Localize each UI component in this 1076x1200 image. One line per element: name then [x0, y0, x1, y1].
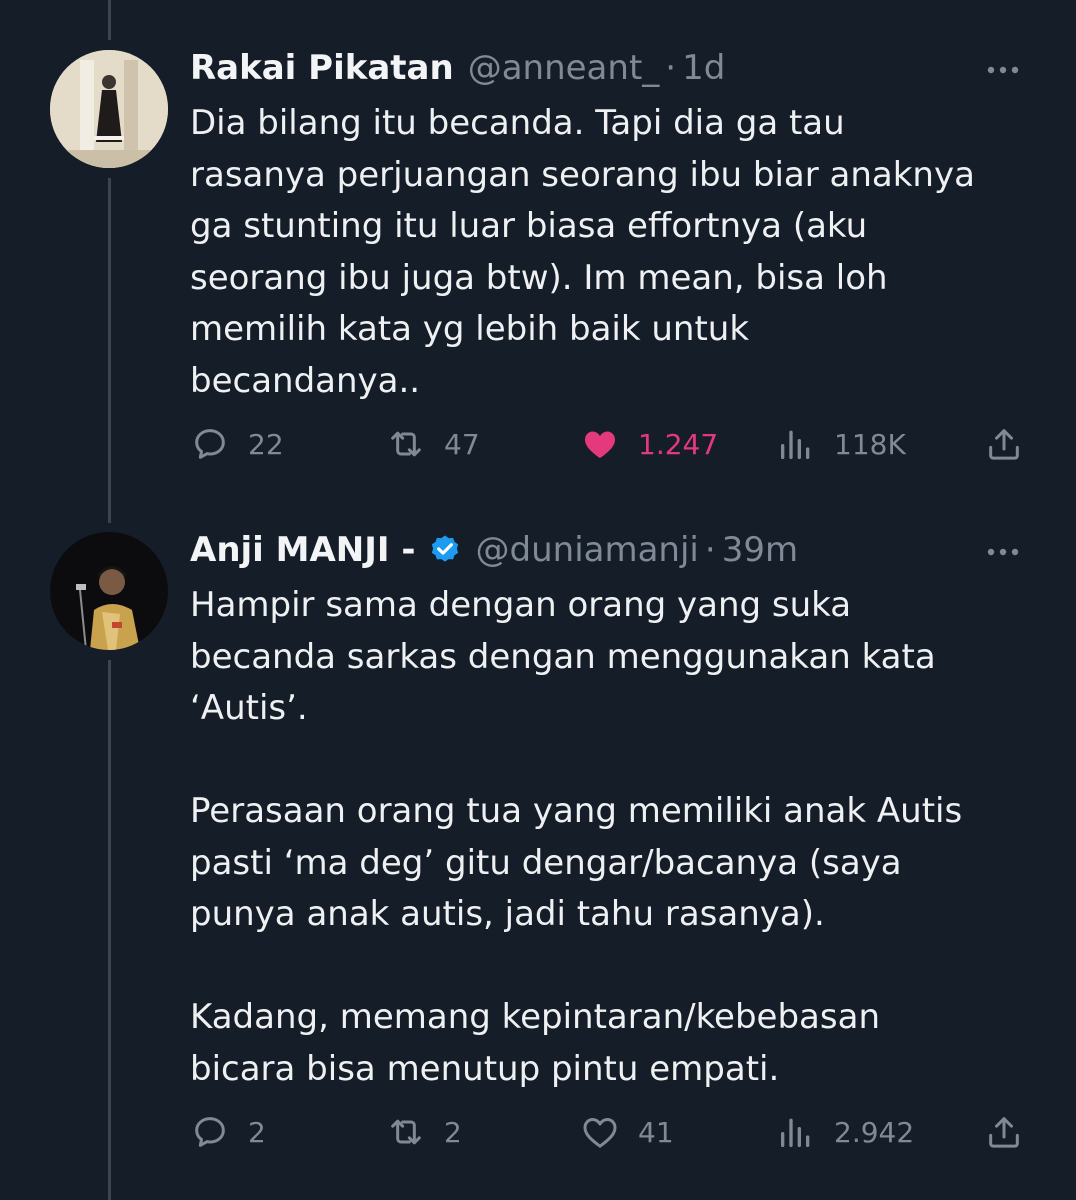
- tweet-text: Hampir sama dengan orang yang suka becan…: [190, 585, 963, 1089]
- like-icon: [583, 1118, 617, 1148]
- verified-badge-icon: [431, 535, 458, 562]
- retweet-icon: [391, 431, 421, 457]
- retweet-icon: [391, 1119, 421, 1145]
- tweet-actions: 22 47 1.247 118K: [0, 424, 1076, 468]
- views-button[interactable]: 2.942: [776, 1112, 914, 1152]
- views-button[interactable]: 118K: [776, 424, 906, 464]
- reply-count: 2: [248, 1115, 266, 1149]
- separator-dot: ·: [665, 48, 677, 88]
- author-name[interactable]: Rakai Pikatan: [190, 48, 454, 88]
- tweet-time[interactable]: 1d: [682, 48, 725, 88]
- more-icon[interactable]: [986, 542, 1020, 562]
- separator-dot: ·: [704, 530, 716, 570]
- share-icon: [989, 1117, 1019, 1148]
- views-count: 118K: [834, 427, 906, 461]
- more-icon[interactable]: [986, 60, 1020, 80]
- like-count: 41: [638, 1115, 674, 1149]
- retweet-button[interactable]: 2: [386, 1112, 462, 1152]
- retweet-count: 47: [444, 427, 480, 461]
- tweet-actions: 2 2 41 2.942: [0, 1112, 1076, 1156]
- like-button[interactable]: 1.247: [580, 424, 718, 464]
- tweet-text: Dia bilang itu becanda. Tapi dia ga tau …: [190, 103, 975, 401]
- reply-button[interactable]: 22: [190, 424, 284, 464]
- avatar-anji[interactable]: [50, 532, 168, 650]
- author-name[interactable]: Anji MANJI -: [190, 530, 416, 570]
- tweet-rakai[interactable]: Rakai Pikatan @anneant_ · 1d Dia bilang …: [0, 0, 1076, 500]
- retweet-count: 2: [444, 1115, 462, 1149]
- views-icon: [781, 1118, 810, 1147]
- retweet-button[interactable]: 47: [386, 424, 480, 464]
- views-icon: [781, 430, 810, 459]
- views-count: 2.942: [834, 1115, 915, 1149]
- reply-icon: [195, 1117, 225, 1147]
- like-count: 1.247: [638, 427, 719, 461]
- like-button[interactable]: 41: [580, 1112, 674, 1152]
- tweet-time[interactable]: 39m: [722, 530, 798, 570]
- like-icon: [585, 431, 615, 459]
- author-handle[interactable]: @anneant_: [468, 48, 660, 88]
- author-handle[interactable]: @duniamanji: [476, 530, 699, 570]
- reply-button[interactable]: 2: [190, 1112, 266, 1152]
- share-button[interactable]: [984, 424, 1042, 464]
- avatar-rakai[interactable]: [50, 50, 168, 168]
- tweet-anji[interactable]: Anji MANJI - @duniamanji · 39m Hampir sa…: [0, 500, 1076, 1200]
- share-icon: [989, 429, 1019, 460]
- share-button[interactable]: [984, 1112, 1042, 1152]
- tweet-header: Rakai Pikatan @anneant_ · 1d: [190, 48, 725, 88]
- reply-icon: [195, 429, 225, 459]
- reply-count: 22: [248, 427, 284, 461]
- tweet-header: Anji MANJI - @duniamanji · 39m: [190, 530, 798, 570]
